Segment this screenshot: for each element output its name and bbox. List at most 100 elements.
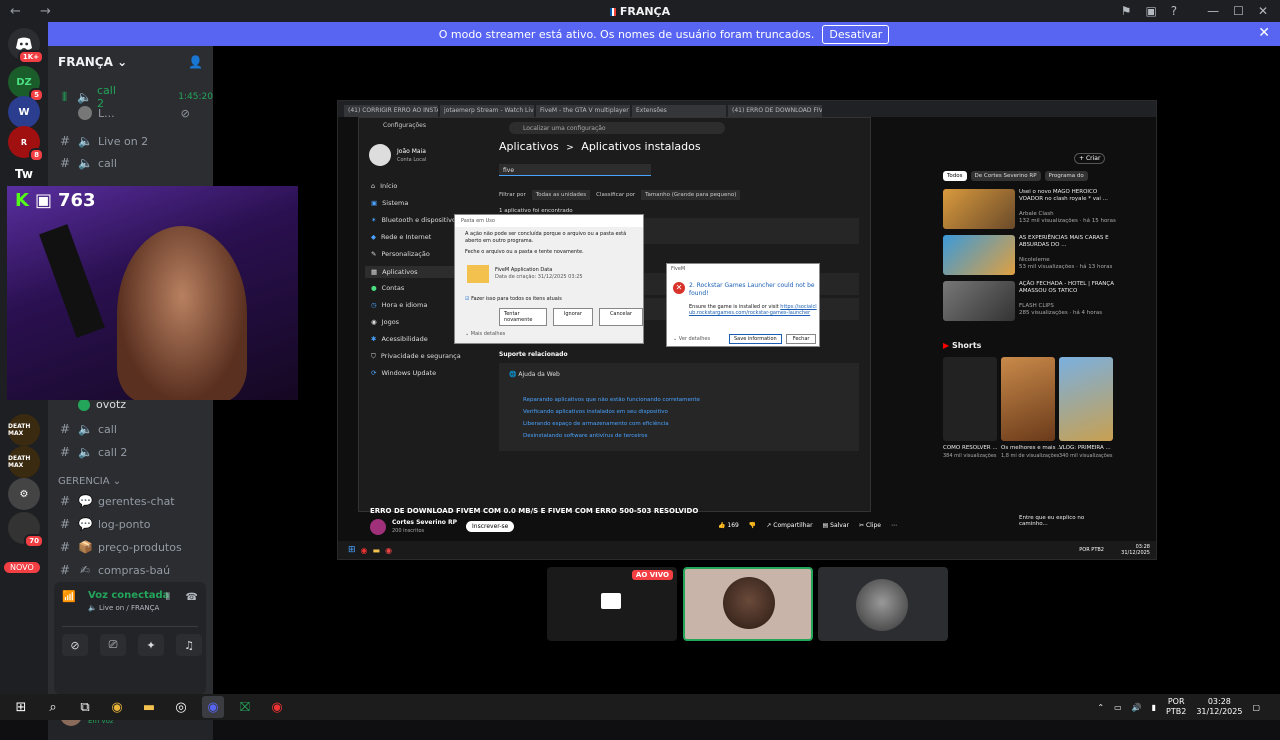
task-view-icon[interactable]: ⧉	[74, 696, 96, 718]
battery-icon[interactable]: ▮	[1152, 703, 1156, 712]
text-channel[interactable]: # ✍ compras-baú	[58, 563, 170, 577]
shared-screen[interactable]: (41) CORRIGIR ERRO AO INSTA jotaemerp St…	[337, 100, 1157, 560]
inbox-flag-icon[interactable]: ⚑	[1121, 4, 1132, 18]
close-button[interactable]: Fechar	[785, 334, 817, 344]
settings-nav-item[interactable]: ▣ Sistema	[371, 199, 408, 207]
filter-chip[interactable]: De Cortes Severino RP	[970, 171, 1041, 181]
voice-channel-call[interactable]: # 🔈 call	[58, 422, 117, 436]
chrome-icon[interactable]: ◉	[266, 696, 288, 718]
minimize-icon[interactable]: —	[1207, 4, 1219, 18]
server-icon[interactable]: R8	[8, 126, 44, 162]
server-icon[interactable]: DEATH MAX	[8, 414, 40, 446]
server-header[interactable]: FRANÇA ⌄ 👤	[48, 46, 213, 78]
search-icon[interactable]: ⌕	[42, 696, 64, 718]
language-indicator[interactable]: POR PTB2	[1166, 697, 1186, 717]
video-title[interactable]: AÇÃO FECHADA - HOTEL | FRANÇA AMASSOU OS…	[1019, 281, 1119, 295]
help-icon[interactable]: ?	[1171, 4, 1177, 18]
more-icon[interactable]: ⋯	[891, 522, 897, 529]
settings-nav-item[interactable]: ◉ Jogos	[371, 318, 399, 326]
short-thumbnail[interactable]	[943, 357, 997, 441]
text-channel[interactable]: # 💬 gerentes-chat	[58, 494, 175, 508]
help-link[interactable]: Reparando aplicativos que não estão func…	[523, 397, 700, 403]
participant-tile[interactable]	[683, 567, 813, 641]
soundboard-icon[interactable]: ♫	[176, 634, 202, 656]
video-thumbnail[interactable]	[943, 235, 1015, 275]
monitor-icon[interactable]: ▣	[1145, 4, 1156, 18]
server-icon[interactable]: DEATH MAX	[8, 446, 40, 478]
like-button[interactable]: 👍 169	[718, 522, 739, 529]
chevron-up-icon[interactable]: ⌃	[1097, 703, 1104, 712]
clock[interactable]: 03:28 31/12/2025	[1196, 697, 1242, 717]
dislike-icon[interactable]: 👎	[749, 522, 756, 529]
more-details[interactable]: ⌄ Mais detalhes	[465, 331, 505, 337]
notifications-icon[interactable]: ▢	[1252, 703, 1260, 712]
discord-home-icon[interactable]: 1K+	[8, 28, 44, 64]
settings-nav-item[interactable]: ⛉ Privacidade e segurança	[371, 352, 461, 361]
settings-nav-item[interactable]: ✱ Acessibilidade	[371, 335, 428, 343]
activities-icon[interactable]: ✦	[138, 634, 164, 656]
retry-button[interactable]: Tentar novamente	[499, 308, 547, 326]
browser-tab[interactable]: (41) ERRO DE DOWNLOAD FIV	[728, 105, 822, 117]
close-banner-icon[interactable]: ✕	[1258, 25, 1270, 41]
windows-start-icon[interactable]: ⊞	[10, 696, 32, 718]
settings-nav-item[interactable]: ● Contas	[371, 284, 404, 292]
subscribe-button[interactable]: Inscrever-se	[466, 521, 515, 532]
server-icon[interactable]: DZ 5	[8, 66, 44, 102]
app-icon[interactable]: ⛝	[234, 696, 256, 718]
save-info-button[interactable]: Save information	[729, 334, 782, 344]
help-link[interactable]: Verificando aplicativos instalados em se…	[523, 409, 668, 415]
apps-search-input[interactable]: five	[499, 164, 651, 176]
server-icon[interactable]: ⚙	[8, 478, 40, 510]
clip-button[interactable]: ✂ Clipe	[859, 522, 881, 529]
server-icon[interactable]: W	[8, 96, 40, 128]
text-channel[interactable]: # 📦 preço-produtos	[58, 540, 182, 554]
discord-icon[interactable]: ◉	[202, 696, 224, 718]
channel-name[interactable]: Cortes Severino RP	[392, 519, 457, 526]
settings-nav-item[interactable]: ⟳ Windows Update	[371, 369, 436, 377]
filter-chip[interactable]: Todos	[943, 171, 967, 181]
filter-dropdown[interactable]: Todas as unidades	[531, 190, 591, 200]
save-button[interactable]: ▤ Salvar	[823, 522, 849, 529]
volume-icon[interactable]: 🔊	[1132, 703, 1142, 712]
settings-nav-item[interactable]: ✶ Bluetooth e dispositivos	[371, 216, 459, 224]
browser-tab[interactable]: (41) CORRIGIR ERRO AO INSTA	[344, 105, 438, 117]
disable-streamer-button[interactable]: Desativar	[822, 24, 890, 44]
participant-tile[interactable]	[818, 567, 948, 641]
add-member-icon[interactable]: 👤	[188, 55, 203, 69]
filter-chip[interactable]: Programa do	[1044, 171, 1088, 181]
channel-avatar[interactable]	[370, 519, 386, 535]
app-icon[interactable]: ◎	[170, 696, 192, 718]
text-channel[interactable]: # 💬 log-ponto	[58, 517, 151, 531]
category-gerencia[interactable]: GERENCIA ⌄	[58, 476, 121, 487]
share-button[interactable]: ↗ Compartilhar	[766, 522, 812, 529]
maximize-icon[interactable]: ☐	[1233, 4, 1244, 18]
see-details[interactable]: ⌄ Ver detalhes	[673, 336, 710, 342]
chrome-icon[interactable]: ◉	[106, 696, 128, 718]
cancel-button[interactable]: Cancelar	[598, 308, 643, 326]
voice-channel-call[interactable]: # 🔈 call	[58, 156, 117, 170]
noise-suppression-icon[interactable]: ⫴	[166, 592, 170, 603]
help-link[interactable]: Liberando espaço de armazenamento com ef…	[523, 421, 669, 427]
video-thumbnail[interactable]	[943, 189, 1015, 229]
voice-channel-sub[interactable]: 🔈 Live on / FRANÇA	[88, 604, 159, 612]
short-title[interactable]: VLOG: PRIMEIRA ...	[1059, 445, 1111, 451]
short-thumbnail[interactable]	[1001, 357, 1055, 441]
short-title[interactable]: COMO RESOLVER ...	[943, 445, 998, 451]
participant-tile-stream[interactable]: AO VIVO	[547, 567, 677, 641]
server-icon[interactable]: 70	[8, 512, 44, 548]
file-explorer-icon[interactable]: ▬	[138, 696, 160, 718]
web-help-panel[interactable]: 🌐 Ajuda da Web Reparando aplicativos que…	[499, 363, 859, 451]
settings-nav-item[interactable]: ◆ Rede e Internet	[371, 233, 431, 241]
help-link[interactable]: Desinstalando software antivírus de terc…	[523, 433, 648, 439]
video-thumbnail[interactable]	[943, 281, 1015, 321]
browser-tab[interactable]: jotaemerp Stream - Watch Liv	[440, 105, 534, 117]
apply-all-checkbox[interactable]: Fazer isso para todos os itens atuais	[471, 296, 562, 302]
video-title[interactable]: AS EXPERIÊNCIAS MAIS CARAS E ABSURDAS DO…	[1019, 235, 1119, 249]
network-icon[interactable]: ▭	[1114, 703, 1122, 712]
settings-nav-item[interactable]: ⌂ Início	[371, 182, 397, 190]
short-thumbnail[interactable]	[1059, 357, 1113, 441]
close-icon[interactable]: ✕	[1258, 4, 1268, 18]
create-button[interactable]: + Criar	[1074, 153, 1106, 164]
settings-nav-item[interactable]: ◷ Hora e idioma	[371, 301, 427, 309]
voice-channel-call2[interactable]: # 🔈 call 2	[58, 445, 127, 459]
